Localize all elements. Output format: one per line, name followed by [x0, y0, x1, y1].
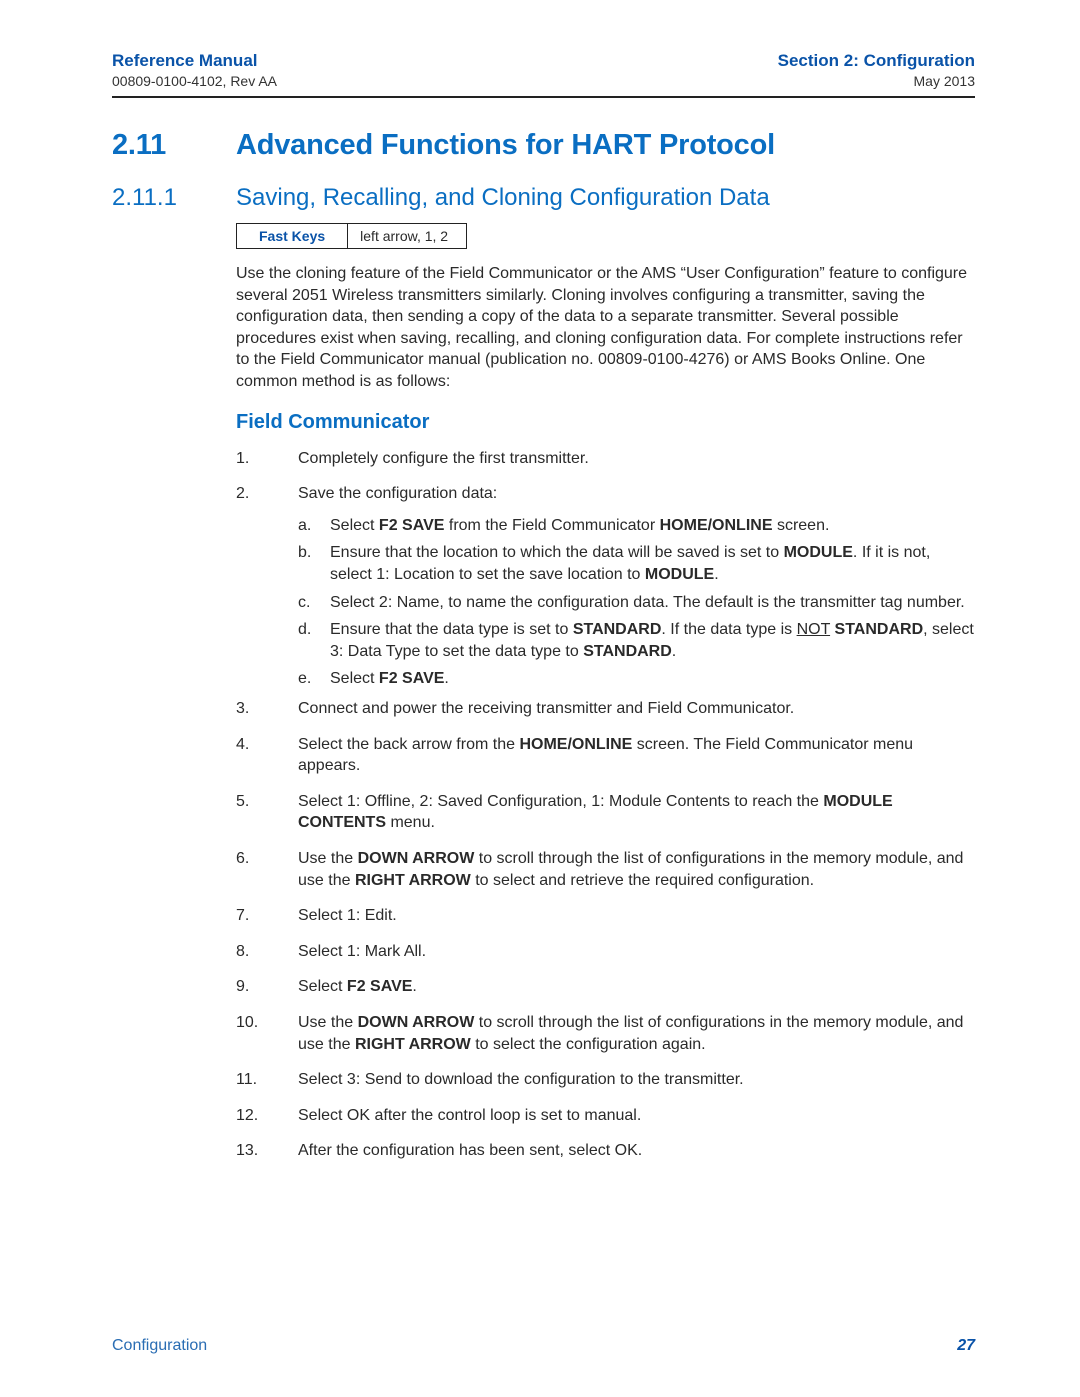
section-title: Advanced Functions for HART Protocol: [236, 128, 975, 163]
page-header: Reference Manual 00809-0100-4102, Rev AA…: [112, 50, 975, 98]
substep-letter: d.: [298, 619, 330, 662]
fast-keys-label: Fast Keys: [237, 224, 348, 248]
substep-text: Select F2 SAVE from the Field Communicat…: [330, 515, 975, 537]
substep-text: Ensure that the location to which the da…: [330, 542, 975, 585]
step-number: 12.: [236, 1105, 298, 1127]
substep-text: Select 2: Name, to name the configuratio…: [330, 592, 975, 614]
step-number: 3.: [236, 698, 298, 720]
page-footer: Configuration 27: [112, 1337, 975, 1355]
substep: c. Select 2: Name, to name the configura…: [298, 592, 975, 614]
list-item: 9. Select F2 SAVE.: [236, 976, 975, 998]
substep-text: Select F2 SAVE.: [330, 668, 975, 690]
substep: d. Ensure that the data type is set to S…: [298, 619, 975, 662]
step-text: Select F2 SAVE.: [298, 976, 975, 998]
list-item: 13. After the configuration has been sen…: [236, 1140, 975, 1162]
substep-text: Ensure that the data type is set to STAN…: [330, 619, 975, 662]
step-number: 2.: [236, 483, 298, 692]
step-text: Use the DOWN ARROW to scroll through the…: [298, 1012, 975, 1055]
list-item: 4. Select the back arrow from the HOME/O…: [236, 734, 975, 777]
list-item: 11. Select 3: Send to download the confi…: [236, 1069, 975, 1091]
list-item: 5. Select 1: Offline, 2: Saved Configura…: [236, 791, 975, 834]
step-text: After the configuration has been sent, s…: [298, 1140, 975, 1162]
step-number: 10.: [236, 1012, 298, 1055]
step-text: Select 1: Mark All.: [298, 941, 975, 963]
footer-page-number: 27: [957, 1337, 975, 1355]
list-item: 2. Save the configuration data: a. Selec…: [236, 483, 975, 692]
subsection-title: Saving, Recalling, and Cloning Configura…: [236, 183, 975, 213]
step-number: 11.: [236, 1069, 298, 1091]
list-item: 8. Select 1: Mark All.: [236, 941, 975, 963]
step-text: Select 3: Send to download the configura…: [298, 1069, 975, 1091]
substep: e. Select F2 SAVE.: [298, 668, 975, 690]
step-text: Use the DOWN ARROW to scroll through the…: [298, 848, 975, 891]
footer-section-name: Configuration: [112, 1337, 207, 1355]
substep-letter: b.: [298, 542, 330, 585]
step-number: 6.: [236, 848, 298, 891]
step-number: 4.: [236, 734, 298, 777]
header-right-title: Section 2: Configuration: [778, 50, 975, 72]
list-item: 7. Select 1: Edit.: [236, 905, 975, 927]
substep-letter: e.: [298, 668, 330, 690]
header-left-sub: 00809-0100-4102, Rev AA: [112, 72, 277, 90]
step-number: 9.: [236, 976, 298, 998]
list-item: 10. Use the DOWN ARROW to scroll through…: [236, 1012, 975, 1055]
subsection-number: 2.11.1: [112, 183, 236, 213]
step-number: 5.: [236, 791, 298, 834]
step-number: 1.: [236, 448, 298, 470]
fast-keys-box: Fast Keys left arrow, 1, 2: [236, 223, 467, 249]
subsection-heading-row: 2.11.1 Saving, Recalling, and Cloning Co…: [112, 175, 975, 1176]
steps-list: 1. Completely configure the first transm…: [236, 448, 975, 1162]
header-right-sub: May 2013: [778, 72, 975, 90]
field-communicator-heading: Field Communicator: [236, 411, 975, 434]
intro-paragraph: Use the cloning feature of the Field Com…: [236, 263, 975, 393]
step-text: Completely configure the first transmitt…: [298, 448, 975, 470]
document-page: Reference Manual 00809-0100-4102, Rev AA…: [0, 0, 1080, 1397]
step-text: Save the configuration data: a. Select F…: [298, 483, 975, 692]
substep: a. Select F2 SAVE from the Field Communi…: [298, 515, 975, 537]
step-text: Select the back arrow from the HOME/ONLI…: [298, 734, 975, 777]
section-number: 2.11: [112, 128, 236, 163]
step-number: 8.: [236, 941, 298, 963]
step-number: 13.: [236, 1140, 298, 1162]
step-text: Select OK after the control loop is set …: [298, 1105, 975, 1127]
substep: b. Ensure that the location to which the…: [298, 542, 975, 585]
step-text: Select 1: Offline, 2: Saved Configuratio…: [298, 791, 975, 834]
section-heading-row: 2.11 Advanced Functions for HART Protoco…: [112, 128, 975, 175]
list-item: 12. Select OK after the control loop is …: [236, 1105, 975, 1127]
step-number: 7.: [236, 905, 298, 927]
header-left-title: Reference Manual: [112, 50, 277, 72]
fast-keys-value: left arrow, 1, 2: [348, 224, 466, 248]
list-item: 6. Use the DOWN ARROW to scroll through …: [236, 848, 975, 891]
step-text: Select 1: Edit.: [298, 905, 975, 927]
list-item: 1. Completely configure the first transm…: [236, 448, 975, 470]
list-item: 3. Connect and power the receiving trans…: [236, 698, 975, 720]
step-text: Connect and power the receiving transmit…: [298, 698, 975, 720]
substep-letter: c.: [298, 592, 330, 614]
substep-letter: a.: [298, 515, 330, 537]
